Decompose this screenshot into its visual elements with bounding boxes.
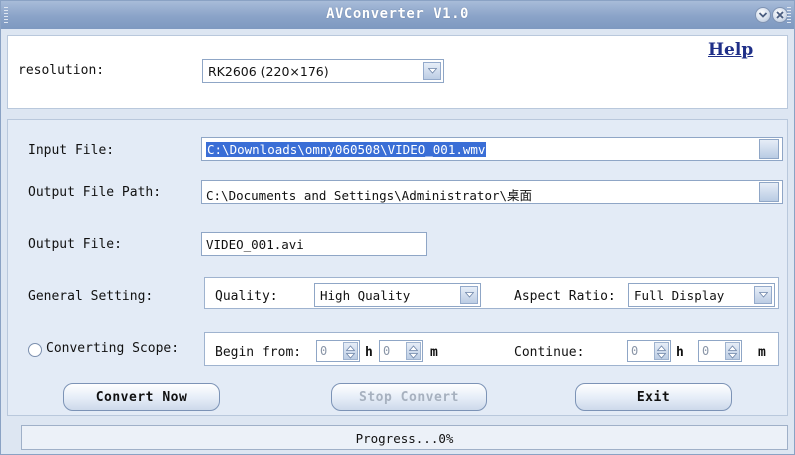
input-file-field[interactable]: C:\Downloads\omny060508\VIDEO_001.wmv [201, 137, 783, 161]
resolution-dropdown-button[interactable] [423, 62, 441, 80]
resolution-label: resolution: [18, 63, 105, 78]
begin-minutes-value: 0 [383, 344, 391, 358]
quality-value: High Quality [320, 288, 411, 303]
continue-label: Continue: [514, 345, 585, 360]
begin-hours-spinner[interactable]: 0 [316, 340, 360, 362]
aspect-ratio-dropdown-button[interactable] [754, 286, 772, 304]
app-window: AVConverter V1.0 resolution: RK2606 (220… [0, 0, 795, 455]
title-bar[interactable]: AVConverter V1.0 [1, 1, 794, 29]
resolution-value: RK2606 (220×176) [208, 64, 329, 79]
close-button[interactable] [772, 7, 788, 23]
output-path-field[interactable]: C:\Documents and Settings\Administrator\… [201, 180, 783, 204]
continue-minutes-value: 0 [702, 344, 710, 358]
progress-text: Progress...0% [355, 431, 454, 446]
exit-button[interactable]: Exit [575, 383, 732, 411]
output-file-label: Output File: [28, 237, 122, 252]
converting-scope-label: Converting Scope: [46, 341, 180, 356]
chevron-up-icon [657, 345, 666, 351]
chevron-down-icon [464, 292, 474, 298]
chevron-down-icon [758, 292, 768, 298]
input-file-label: Input File: [28, 143, 115, 158]
continue-hours-spinner[interactable]: 0 [627, 340, 671, 362]
chevron-down-icon [657, 353, 666, 359]
quality-dropdown-button[interactable] [460, 286, 478, 304]
general-setting-label: General Setting: [28, 289, 154, 304]
spinner-arrows[interactable] [725, 342, 740, 360]
converting-scope-checkbox[interactable] [28, 343, 42, 357]
output-file-value: VIDEO_001.avi [206, 237, 304, 252]
continue-minutes-spinner[interactable]: 0 [698, 340, 742, 362]
chevron-down-icon [758, 12, 768, 18]
output-path-browse-button[interactable] [759, 182, 779, 202]
input-browse-button[interactable] [759, 139, 779, 159]
chevron-down-icon [728, 353, 737, 359]
spinner-arrows[interactable] [343, 342, 358, 360]
stop-convert-button[interactable]: Stop Convert [331, 383, 487, 411]
begin-minutes-unit: m [430, 345, 438, 360]
begin-minutes-spinner[interactable]: 0 [379, 340, 423, 362]
aspect-ratio-select[interactable]: Full Display [628, 283, 775, 307]
aspect-ratio-value: Full Display [634, 288, 725, 303]
input-file-value: C:\Downloads\omny060508\VIDEO_001.wmv [206, 142, 487, 157]
chevron-up-icon [409, 345, 418, 351]
continue-hours-value: 0 [631, 344, 639, 358]
quality-select[interactable]: High Quality [314, 283, 481, 307]
convert-now-button[interactable]: Convert Now [63, 383, 220, 411]
minimize-button[interactable] [755, 7, 771, 23]
output-path-value: C:\Documents and Settings\Administrator\… [206, 188, 533, 203]
chevron-down-icon [427, 68, 437, 74]
chevron-up-icon [346, 345, 355, 351]
window-title: AVConverter V1.0 [326, 6, 469, 22]
continue-minutes-unit: m [758, 345, 766, 360]
spinner-arrows[interactable] [654, 342, 669, 360]
quality-label: Quality: [215, 289, 278, 304]
output-file-field[interactable]: VIDEO_001.avi [201, 232, 427, 256]
progress-bar: Progress...0% [21, 425, 788, 450]
settings-panel [7, 119, 788, 416]
resolution-select[interactable]: RK2606 (220×176) [202, 59, 444, 83]
begin-hours-value: 0 [320, 344, 328, 358]
output-path-label: Output File Path: [28, 185, 162, 200]
chevron-down-icon [346, 353, 355, 359]
help-link[interactable]: Help [708, 40, 753, 60]
spinner-arrows[interactable] [406, 342, 421, 360]
begin-hours-unit: h [365, 345, 373, 360]
title-grip-right [787, 7, 791, 23]
resolution-panel: resolution: RK2606 (220×176) [7, 35, 788, 109]
continue-hours-unit: h [676, 345, 684, 360]
begin-from-label: Begin from: [215, 345, 302, 360]
close-icon [776, 11, 784, 19]
chevron-up-icon [728, 345, 737, 351]
chevron-down-icon [409, 353, 418, 359]
aspect-ratio-label: Aspect Ratio: [514, 289, 616, 304]
